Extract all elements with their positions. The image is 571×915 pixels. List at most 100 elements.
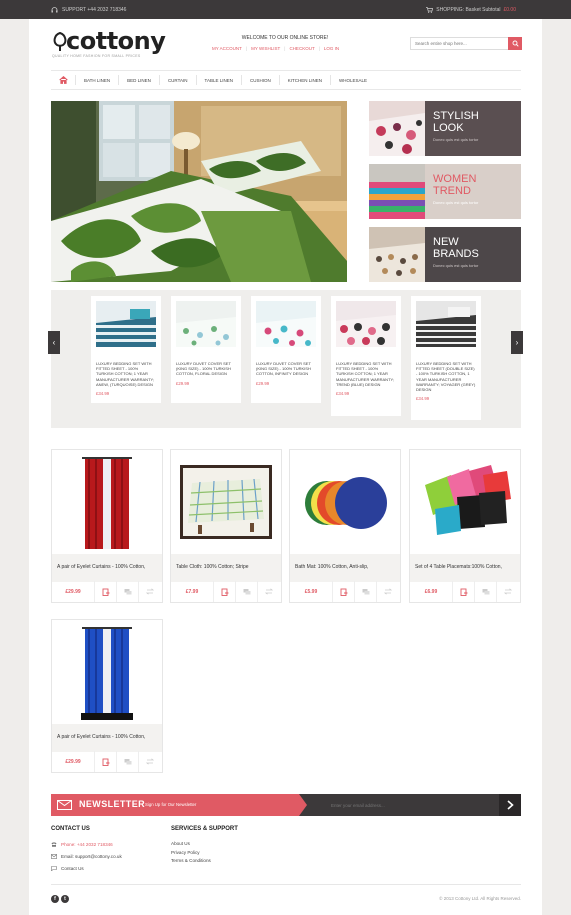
product-card[interactable]: Table Cloth: 100% Cotton; Stripe £7.99 (170, 449, 282, 603)
product-card[interactable]: Set of 4 Table Placemats:100% Cotton, £6… (409, 449, 521, 603)
promo-stylish-look[interactable]: STYLISH LOOK Donec quis est quis tortor (369, 101, 521, 156)
product-price: £34.99 (416, 396, 430, 402)
my-account-link[interactable]: MY ACCOUNT (212, 46, 242, 51)
carousel-item[interactable]: LUXURY DUVET COVER SET (KING SIZE) - 100… (171, 296, 241, 403)
wishlist-icon (482, 589, 489, 595)
product-price: £34.99 (336, 391, 350, 397)
main-navigation: BATH LINEN BED LINEN CURTAIN TABLE LINEN… (51, 70, 521, 90)
product-name: LUXURY BEDDING SET WITH FITTED SHEET - 1… (336, 361, 395, 387)
wishlist-button[interactable] (354, 581, 376, 602)
footer-link-privacy[interactable]: Privacy Policy (171, 850, 200, 855)
bath-mats-image (305, 477, 387, 529)
promo-bedding-image (369, 164, 425, 219)
login-link[interactable]: LOG IN (324, 46, 339, 51)
product-card[interactable]: A pair of Eyelet Curtains - 100% Cotton,… (51, 619, 163, 773)
facebook-icon[interactable]: f (51, 895, 59, 903)
compare-icon (145, 588, 154, 595)
compare-button[interactable] (138, 581, 160, 602)
product-title[interactable]: A pair of Eyelet Curtains - 100% Cotton, (52, 554, 162, 582)
red-curtains-image (77, 453, 137, 551)
copyright: © 2013 Cottony Ltd. All Rights Reserved. (439, 896, 521, 901)
product-image (290, 450, 400, 554)
product-name: LUXURY DUVET COVER SET (KING SIZE) - 100… (176, 361, 231, 377)
promo-subtitle: Donec quis est quis tortor (433, 263, 479, 268)
nav-wholesale[interactable]: WHOLESALE (330, 75, 375, 85)
search-icon (512, 40, 519, 47)
carousel-item[interactable]: LUXURY BEDDING SET WITH FITTED SHEET - 1… (91, 296, 161, 403)
my-wishlist-link[interactable]: MY WISHLIST (251, 46, 280, 51)
wishlist-button[interactable] (116, 751, 138, 772)
basket-subtotal: £0.00 (503, 7, 516, 13)
product-image (52, 620, 162, 724)
promo-text: NEW BRANDS Donec quis est quis tortor (425, 227, 521, 282)
product-title[interactable]: Set of 4 Table Placemats:100% Cotton, (410, 554, 520, 582)
compare-button[interactable] (376, 581, 398, 602)
contact-us-text: Contact Us (61, 866, 84, 871)
chat-icon (51, 866, 57, 871)
product-title[interactable]: Table Cloth: 100% Cotton; Stripe (171, 554, 281, 582)
support-phone[interactable]: SUPPORT +44 2032 718346 (62, 7, 126, 13)
footer-phone[interactable]: Phone: +44 2032 718346 (51, 842, 113, 847)
logo[interactable]: cottony QUALITY HOME FASHION FOR SMALL P… (52, 27, 172, 66)
promo-women-trend[interactable]: WOMEN TREND Donec quis est quis tortor (369, 164, 521, 219)
email-text: Email: support@cottony.co.uk (61, 854, 122, 859)
product-price: £7.99 (185, 588, 199, 595)
compare-icon (145, 758, 154, 765)
newsletter-submit-button[interactable] (499, 794, 521, 816)
checkout-link[interactable]: CHECKOUT (289, 46, 314, 51)
search-button[interactable] (508, 37, 522, 50)
add-to-cart-button[interactable] (94, 581, 116, 602)
wishlist-icon (243, 589, 250, 595)
separator: | (245, 46, 248, 51)
add-to-cart-button[interactable] (332, 581, 354, 602)
chevron-right-icon: › (515, 338, 519, 347)
product-price: £29.99 (65, 758, 81, 765)
newsletter-email-input[interactable] (331, 799, 491, 811)
wishlist-button[interactable] (474, 581, 496, 602)
hero-banner[interactable] (51, 101, 347, 282)
nav-cushion[interactable]: CUSHION (240, 75, 279, 85)
carousel-item[interactable]: LUXURY BEDDING SET WITH FITTED SHEET - 1… (331, 296, 401, 416)
nav-bed-linen[interactable]: BED LINEN (118, 75, 159, 85)
promo-title-line-2: TREND (433, 185, 471, 197)
nav-kitchen-linen[interactable]: KITCHEN LINEN (278, 75, 330, 85)
nav-curtain[interactable]: CURTAIN (158, 75, 196, 85)
product-card[interactable]: Bath Mat: 100% Cotton, Anti-slip, £5.99 (289, 449, 401, 603)
nav-home[interactable] (51, 76, 75, 84)
carousel-prev-button[interactable]: ‹ (48, 331, 60, 354)
nav-bath-linen[interactable]: BATH LINEN (75, 75, 118, 85)
brand-tagline: QUALITY HOME FASHION FOR SMALL PRICES (52, 54, 141, 58)
compare-button[interactable] (257, 581, 279, 602)
footer-link-terms[interactable]: Terms & Conditions (171, 858, 211, 863)
search-input[interactable] (411, 38, 508, 49)
carousel-item[interactable]: LUXURY BEDDING SET WITH FITTED SHEET (DO… (411, 296, 481, 420)
add-to-cart-button[interactable] (213, 581, 235, 602)
carousel-next-button[interactable]: › (511, 331, 523, 354)
product-image (52, 450, 162, 554)
compare-button[interactable] (496, 581, 518, 602)
product-title[interactable]: Bath Mat: 100% Cotton, Anti-slip, (290, 554, 400, 582)
footer-email[interactable]: Email: support@cottony.co.uk (51, 854, 122, 859)
add-to-cart-button[interactable] (452, 581, 474, 602)
nav-table-linen[interactable]: TABLE LINEN (195, 75, 241, 85)
add-to-cart-button[interactable] (94, 751, 116, 772)
carousel-item[interactable]: LUXURY DUVET COVER SET (KING SIZE) - 100… (251, 296, 321, 403)
services-title: SERVICES & SUPPORT (171, 826, 238, 832)
wishlist-button[interactable] (116, 581, 138, 602)
product-name: LUXURY BEDDING SET WITH FITTED SHEET (DO… (416, 361, 476, 393)
promo-new-brands[interactable]: NEW BRANDS Donec quis est quis tortor (369, 227, 521, 282)
footer-contact-us[interactable]: Contact Us (51, 866, 84, 871)
product-image (256, 301, 316, 347)
footer-link-about[interactable]: About Us (171, 841, 190, 846)
twitter-icon[interactable]: t (61, 895, 69, 903)
wishlist-button[interactable] (235, 581, 257, 602)
headset-icon (51, 7, 58, 13)
product-card[interactable]: A pair of Eyelet Curtains - 100% Cotton,… (51, 449, 163, 603)
product-title[interactable]: A pair of Eyelet Curtains - 100% Cotton, (52, 724, 162, 752)
placemats-image (425, 465, 511, 535)
basket-summary[interactable]: SHOPPING: Basket Subtotal £0.00 (426, 7, 516, 13)
product-image (416, 301, 476, 347)
welcome-message: WELCOME TO OUR ONLINE STORE! (241, 35, 329, 41)
promo-title-line-2: LOOK (433, 122, 464, 134)
compare-button[interactable] (138, 751, 160, 772)
